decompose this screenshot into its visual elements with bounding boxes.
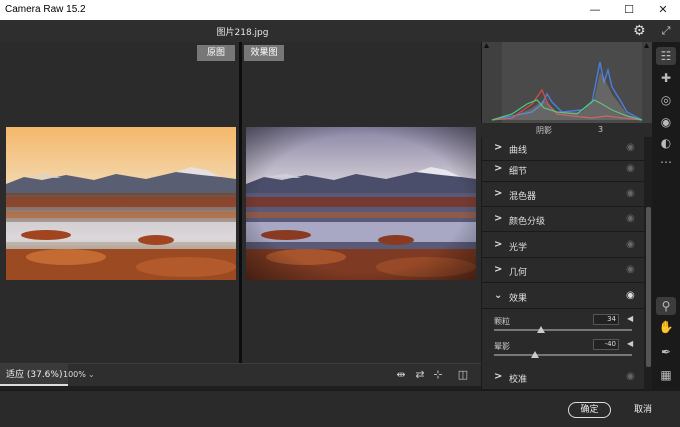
- section-label: 校准: [509, 375, 528, 385]
- section-label: 几何: [509, 268, 528, 278]
- gear-icon[interactable]: ⚙: [633, 23, 646, 39]
- eye-icon[interactable]: ◉: [626, 163, 635, 174]
- vignette-slider-row: 晕影 -40 ◀: [482, 339, 644, 369]
- preview-toolbar: 适应 (37.6%) 100% ⌄ ⇹ ⇄ ⊹ ◫: [0, 363, 481, 386]
- section-label: 效果: [509, 294, 528, 304]
- chevron-right-icon: >: [494, 213, 503, 224]
- footer: 确定 取消: [0, 390, 680, 427]
- eye-icon[interactable]: ◉: [626, 264, 635, 275]
- copy-settings-icon[interactable]: ⊹: [430, 368, 446, 382]
- title-bar: Camera Raw 15.2 — ☐ ✕: [0, 0, 680, 20]
- reset-arrow-icon[interactable]: ◀: [627, 339, 633, 348]
- swap-icon[interactable]: ⇄: [412, 368, 428, 382]
- before-image: [6, 127, 236, 280]
- more-icon[interactable]: ⋯: [656, 153, 676, 171]
- chevron-right-icon: >: [494, 188, 503, 199]
- grain-value-input[interactable]: 34: [593, 314, 619, 325]
- section-label: 混色器: [509, 192, 537, 202]
- grain-label: 颗粒: [494, 317, 510, 326]
- zoom-level[interactable]: 100%: [63, 364, 86, 386]
- reset-arrow-icon[interactable]: ◀: [627, 314, 633, 323]
- histogram-value: 3: [598, 125, 604, 134]
- section-label: 光学: [509, 243, 528, 253]
- section-color-grading[interactable]: > 颜色分级 ◉: [482, 208, 644, 232]
- section-geometry[interactable]: > 几何 ◉: [482, 259, 644, 283]
- chevron-right-icon: >: [494, 142, 503, 153]
- section-calibration[interactable]: > 校准 ◉: [482, 366, 644, 390]
- after-image: [246, 127, 476, 280]
- before-label[interactable]: 原图: [197, 45, 235, 61]
- eye-icon[interactable]: ◉: [626, 239, 635, 250]
- minimize-button[interactable]: —: [578, 0, 612, 20]
- sampler-icon[interactable]: ✒: [656, 343, 676, 361]
- eye-icon[interactable]: ◉: [626, 213, 635, 224]
- eye-icon[interactable]: ◉: [626, 188, 635, 199]
- ok-button[interactable]: 确定: [568, 402, 611, 418]
- after-label[interactable]: 效果图: [244, 45, 284, 61]
- edit-icon[interactable]: ☷: [656, 47, 676, 65]
- chevron-right-icon: >: [494, 239, 503, 250]
- vignette-slider-thumb[interactable]: [531, 351, 540, 358]
- preview-area: 原图 效果图: [0, 42, 481, 363]
- panel-scrollbar[interactable]: [644, 137, 652, 390]
- chevron-down-icon[interactable]: ⌄: [88, 364, 95, 386]
- section-label: 曲线: [509, 146, 528, 156]
- eye-icon[interactable]: ◉: [626, 290, 635, 301]
- section-label: 细节: [509, 167, 528, 177]
- chevron-right-icon: >: [494, 163, 503, 174]
- zoom-fit-button[interactable]: 适应 (37.6%): [0, 364, 69, 386]
- window-title: Camera Raw 15.2: [5, 4, 86, 15]
- split-divider[interactable]: [239, 42, 242, 363]
- section-detail[interactable]: > 细节 ◉: [482, 158, 644, 182]
- maximize-button[interactable]: ☐: [612, 0, 646, 20]
- file-name: 图片218.jpg: [216, 28, 269, 38]
- chevron-right-icon: >: [494, 264, 503, 275]
- histogram-info: 阴影 3: [481, 123, 652, 137]
- histogram-label: 阴影: [536, 126, 552, 135]
- zoom-icon[interactable]: ⚲: [656, 297, 676, 315]
- chevron-right-icon: >: [494, 371, 503, 382]
- section-label: 颜色分级: [509, 217, 546, 227]
- section-mixer[interactable]: > 混色器 ◉: [482, 183, 644, 207]
- before-after-toggle-icon[interactable]: ◫: [455, 368, 471, 382]
- heal-icon[interactable]: ✚: [656, 69, 676, 87]
- vignette-value-input[interactable]: -40: [593, 339, 619, 350]
- histogram: [481, 42, 652, 123]
- eye-icon[interactable]: ◉: [626, 371, 635, 382]
- eye-icon[interactable]: ◉: [626, 142, 635, 153]
- top-bar: 图片218.jpg ⚙: [0, 20, 652, 42]
- expand-icon[interactable]: ⤢: [652, 20, 680, 42]
- scrollbar-thumb[interactable]: [646, 207, 651, 367]
- hand-icon[interactable]: ✋: [656, 318, 676, 336]
- redeye-icon[interactable]: ◉: [656, 113, 676, 131]
- close-button[interactable]: ✕: [646, 0, 680, 20]
- view-cycle-icon[interactable]: ⇹: [393, 368, 409, 382]
- grain-slider-track[interactable]: [494, 329, 632, 331]
- cancel-button[interactable]: 取消: [628, 402, 658, 418]
- section-optics[interactable]: > 光学 ◉: [482, 234, 644, 258]
- vignette-slider-track[interactable]: [494, 354, 632, 356]
- chevron-down-icon: ⌄: [494, 290, 503, 301]
- mask-icon[interactable]: ◎: [656, 91, 676, 109]
- grain-slider-thumb[interactable]: [536, 326, 545, 333]
- grid-icon[interactable]: ▦: [656, 366, 676, 384]
- edit-panel: > 曲线 ◉ > 细节 ◉ > 混色器 ◉ > 颜色分级 ◉ > 光学 ◉ > …: [481, 137, 644, 390]
- presets-icon[interactable]: ◐: [656, 134, 676, 152]
- section-effects[interactable]: ⌄ 效果 ◉: [482, 285, 644, 309]
- vignette-label: 晕影: [494, 342, 510, 351]
